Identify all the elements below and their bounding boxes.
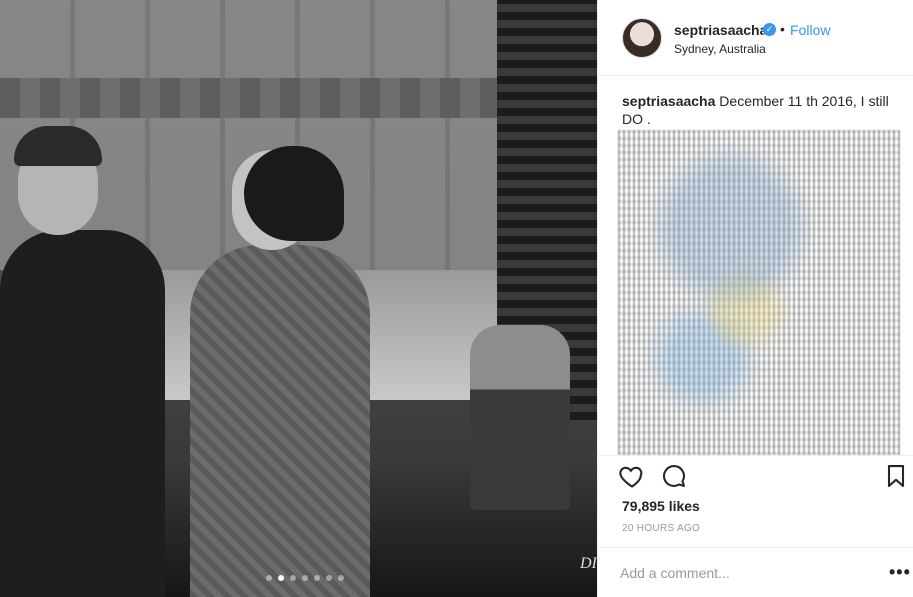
comment-input[interactable] <box>620 560 870 586</box>
carousel-dot[interactable] <box>266 575 272 581</box>
carousel-dot[interactable] <box>326 575 332 581</box>
location-link[interactable]: Sydney, Australia <box>674 42 766 56</box>
carousel-dot[interactable] <box>302 575 308 581</box>
action-bar <box>598 455 913 495</box>
photo-person-man <box>0 230 165 597</box>
carousel-dot[interactable] <box>314 575 320 581</box>
photo-person-woman <box>190 245 370 597</box>
username-link[interactable]: septriasaacha <box>674 22 767 38</box>
post-photo[interactable]: DI <box>0 0 597 597</box>
carousel-dots[interactable] <box>266 575 344 581</box>
header-separator: • <box>780 21 785 37</box>
comments-blurred-area <box>618 130 900 455</box>
likes-count[interactable]: 79,895 likes <box>622 498 700 514</box>
photo-woman-hair <box>244 146 344 241</box>
carousel-dot-active[interactable] <box>278 575 284 581</box>
comment-box: ••• <box>598 547 913 597</box>
post-timestamp: 20 HOURS AGO <box>622 523 701 534</box>
post-sidebar: septriasaacha ✓ • Follow Sydney, Austral… <box>597 0 913 597</box>
more-options-icon[interactable]: ••• <box>889 562 911 583</box>
heart-icon[interactable] <box>618 462 646 490</box>
photo-watermark: DI <box>580 555 597 572</box>
photo-doll-figure <box>470 325 570 510</box>
avatar[interactable] <box>622 18 662 58</box>
caption-username[interactable]: septriasaacha <box>622 93 715 109</box>
post-caption: septriasaacha December 11 th 2016, I sti… <box>622 92 902 128</box>
bookmark-icon[interactable] <box>882 462 910 490</box>
photo-carved-band <box>0 78 500 118</box>
follow-button[interactable]: Follow <box>790 22 830 38</box>
carousel-dot[interactable] <box>290 575 296 581</box>
verified-badge-icon: ✓ <box>763 23 776 36</box>
post-header: septriasaacha ✓ • Follow Sydney, Austral… <box>598 0 913 76</box>
comment-icon[interactable] <box>660 462 688 490</box>
carousel-dot[interactable] <box>338 575 344 581</box>
